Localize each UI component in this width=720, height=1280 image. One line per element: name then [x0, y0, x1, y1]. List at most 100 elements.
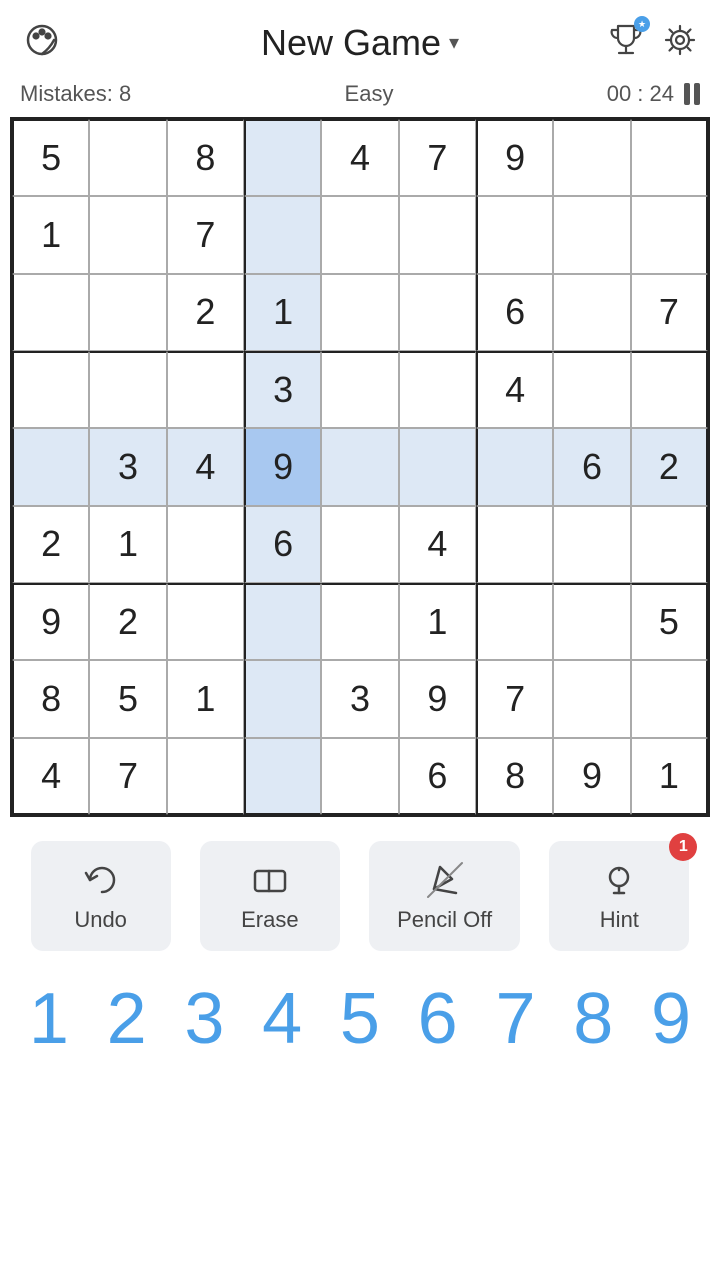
cell-3-3[interactable]: 3	[244, 351, 321, 428]
settings-icon[interactable]	[660, 20, 700, 65]
cell-5-4[interactable]	[321, 506, 398, 583]
cell-6-0[interactable]: 9	[12, 583, 89, 660]
cell-8-6[interactable]: 8	[476, 738, 553, 815]
cell-7-1[interactable]: 5	[89, 660, 166, 737]
cell-0-8[interactable]	[631, 119, 708, 196]
cell-3-2[interactable]	[167, 351, 244, 428]
cell-3-6[interactable]: 4	[476, 351, 553, 428]
cell-8-1[interactable]: 7	[89, 738, 166, 815]
cell-2-8[interactable]: 7	[631, 274, 708, 351]
cell-0-7[interactable]	[553, 119, 630, 196]
cell-4-2[interactable]: 4	[167, 428, 244, 505]
cell-1-5[interactable]	[399, 196, 476, 273]
cell-8-0[interactable]: 4	[12, 738, 89, 815]
cell-6-4[interactable]	[321, 583, 398, 660]
cell-1-8[interactable]	[631, 196, 708, 273]
cell-2-5[interactable]	[399, 274, 476, 351]
cell-3-4[interactable]	[321, 351, 398, 428]
cell-2-7[interactable]	[553, 274, 630, 351]
cell-0-5[interactable]: 7	[399, 119, 476, 196]
cell-5-3[interactable]: 6	[244, 506, 321, 583]
num-btn-1[interactable]: 1	[14, 983, 84, 1055]
num-btn-6[interactable]: 6	[403, 983, 473, 1055]
cell-0-3[interactable]	[244, 119, 321, 196]
cell-5-7[interactable]	[553, 506, 630, 583]
cell-1-7[interactable]	[553, 196, 630, 273]
cell-7-8[interactable]	[631, 660, 708, 737]
cell-6-6[interactable]	[476, 583, 553, 660]
cell-6-3[interactable]	[244, 583, 321, 660]
hint-button[interactable]: Hint 1	[549, 841, 689, 951]
cell-5-1[interactable]: 1	[89, 506, 166, 583]
cell-8-3[interactable]	[244, 738, 321, 815]
cell-1-0[interactable]: 1	[12, 196, 89, 273]
cell-6-2[interactable]	[167, 583, 244, 660]
new-game-title[interactable]: New Game	[261, 22, 441, 64]
cell-0-0[interactable]: 5	[12, 119, 89, 196]
cell-7-6[interactable]: 7	[476, 660, 553, 737]
palette-icon[interactable]	[20, 18, 64, 67]
cell-4-1[interactable]: 3	[89, 428, 166, 505]
cell-6-1[interactable]: 2	[89, 583, 166, 660]
cell-5-5[interactable]: 4	[399, 506, 476, 583]
cell-0-4[interactable]: 4	[321, 119, 398, 196]
cell-7-5[interactable]: 9	[399, 660, 476, 737]
cell-8-4[interactable]	[321, 738, 398, 815]
cell-4-4[interactable]	[321, 428, 398, 505]
cell-7-2[interactable]: 1	[167, 660, 244, 737]
cell-3-1[interactable]	[89, 351, 166, 428]
num-btn-5[interactable]: 5	[325, 983, 395, 1055]
cell-8-7[interactable]: 9	[553, 738, 630, 815]
cell-2-4[interactable]	[321, 274, 398, 351]
cell-4-3[interactable]: 9	[244, 428, 321, 505]
cell-4-5[interactable]	[399, 428, 476, 505]
cell-4-8[interactable]: 2	[631, 428, 708, 505]
undo-button[interactable]: Undo	[31, 841, 171, 951]
num-btn-3[interactable]: 3	[169, 983, 239, 1055]
cell-1-4[interactable]	[321, 196, 398, 273]
cell-1-2[interactable]: 7	[167, 196, 244, 273]
pencil-button[interactable]: Pencil Off	[369, 841, 520, 951]
cell-1-3[interactable]	[244, 196, 321, 273]
erase-button[interactable]: Erase	[200, 841, 340, 951]
cell-3-7[interactable]	[553, 351, 630, 428]
num-btn-4[interactable]: 4	[247, 983, 317, 1055]
cell-4-0[interactable]	[12, 428, 89, 505]
sudoku-grid[interactable]: 58479172167343496221649215851397476891	[10, 117, 710, 817]
cell-7-3[interactable]	[244, 660, 321, 737]
cell-7-0[interactable]: 8	[12, 660, 89, 737]
num-btn-9[interactable]: 9	[636, 983, 706, 1055]
cell-1-1[interactable]	[89, 196, 166, 273]
cell-2-1[interactable]	[89, 274, 166, 351]
num-btn-7[interactable]: 7	[480, 983, 550, 1055]
dropdown-icon[interactable]: ▾	[449, 30, 459, 55]
cell-6-7[interactable]	[553, 583, 630, 660]
cell-0-1[interactable]	[89, 119, 166, 196]
pause-icon[interactable]	[684, 83, 700, 105]
cell-2-0[interactable]	[12, 274, 89, 351]
cell-5-0[interactable]: 2	[12, 506, 89, 583]
cell-8-8[interactable]: 1	[631, 738, 708, 815]
trophy-icon[interactable]	[606, 20, 646, 65]
cell-5-6[interactable]	[476, 506, 553, 583]
cell-2-3[interactable]: 1	[244, 274, 321, 351]
cell-0-6[interactable]: 9	[476, 119, 553, 196]
cell-1-6[interactable]	[476, 196, 553, 273]
cell-7-7[interactable]	[553, 660, 630, 737]
cell-7-4[interactable]: 3	[321, 660, 398, 737]
cell-0-2[interactable]: 8	[167, 119, 244, 196]
cell-6-5[interactable]: 1	[399, 583, 476, 660]
cell-8-2[interactable]	[167, 738, 244, 815]
cell-2-2[interactable]: 2	[167, 274, 244, 351]
cell-8-5[interactable]: 6	[399, 738, 476, 815]
cell-3-5[interactable]	[399, 351, 476, 428]
cell-4-7[interactable]: 6	[553, 428, 630, 505]
cell-4-6[interactable]	[476, 428, 553, 505]
cell-5-8[interactable]	[631, 506, 708, 583]
num-btn-2[interactable]: 2	[92, 983, 162, 1055]
cell-2-6[interactable]: 6	[476, 274, 553, 351]
cell-3-8[interactable]	[631, 351, 708, 428]
num-btn-8[interactable]: 8	[558, 983, 628, 1055]
cell-6-8[interactable]: 5	[631, 583, 708, 660]
cell-5-2[interactable]	[167, 506, 244, 583]
